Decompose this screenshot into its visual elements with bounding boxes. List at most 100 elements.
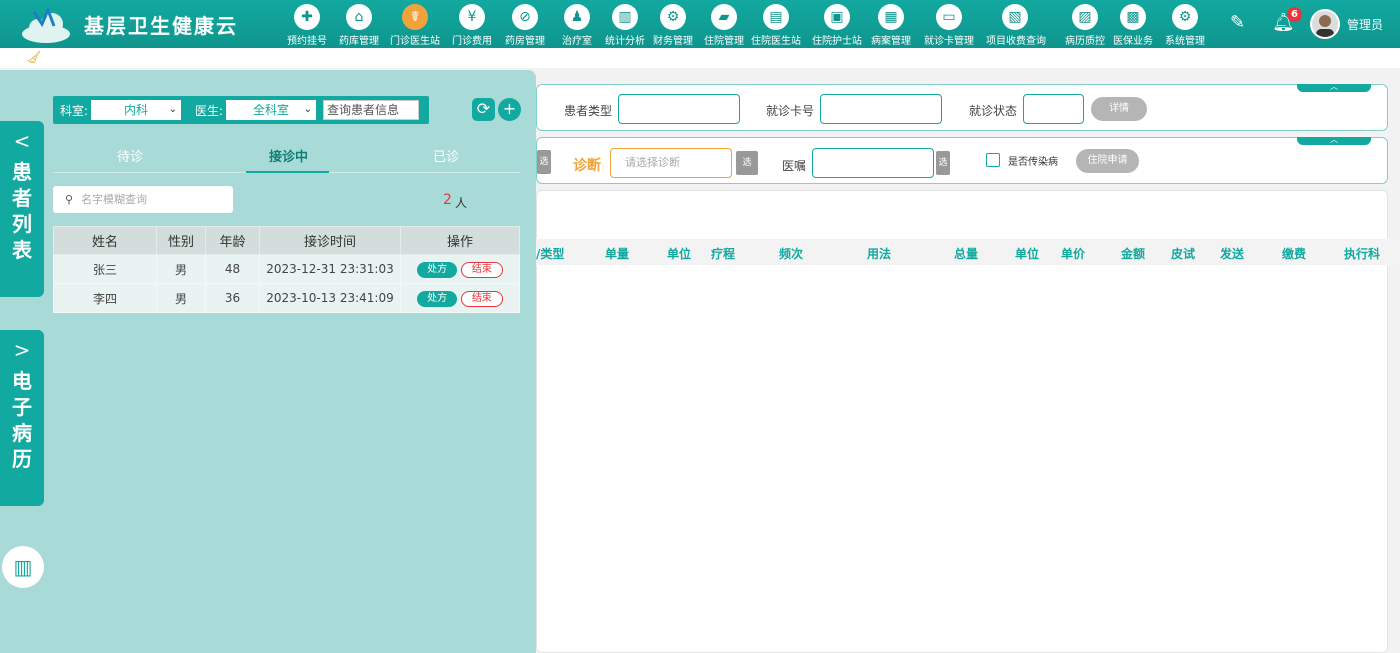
nav-label: 病案管理 (871, 36, 911, 47)
nav-item-4[interactable]: ¥ 门诊费用 (443, 4, 501, 47)
doctor-card-icon: ▤ (763, 4, 789, 30)
patient-list-label: 患者列表 (12, 160, 32, 262)
col-time: 接诊时间 (259, 226, 401, 255)
table-row[interactable]: 李四 男 36 2023-10-13 23:41:09 处方 结束 (53, 283, 520, 313)
avatar[interactable] (1310, 9, 1340, 39)
chevron-right-icon: > (13, 338, 31, 362)
active-tab-indicator (246, 171, 329, 173)
nav-label: 住院管理 (704, 36, 744, 47)
order-col-header: 皮试 (1171, 247, 1196, 261)
nav-item-10[interactable]: ▤ 住院医生站 (747, 4, 805, 47)
nurse-card-icon: ▣ (824, 4, 850, 30)
emr-tab[interactable]: > 电子病历 (0, 330, 44, 506)
fee-doc-icon: ▧ (1002, 4, 1028, 30)
prescription-button[interactable]: 处方 (417, 290, 458, 307)
card-icon: ▭ (936, 4, 962, 30)
nav-item-14[interactable]: ▧ 项目收费查询 (986, 4, 1046, 47)
nav-item-1[interactable]: ✚ 预约挂号 (278, 4, 336, 47)
patient-name: 李四 (53, 283, 157, 313)
settings-icon: ⚙ (1172, 4, 1198, 30)
advice-select-button[interactable]: 选 (936, 151, 950, 175)
name-search-input[interactable]: ⚲ 名字模糊查询 (53, 186, 233, 213)
chart-icon[interactable]: ▥ (2, 546, 44, 588)
chevron-down-icon: ⌄ (303, 104, 312, 115)
col-gender: 性别 (156, 226, 206, 255)
doctor-icon: ☤ (402, 4, 428, 30)
emr-label: 电子病历 (12, 369, 32, 471)
visit-status-field[interactable] (1023, 94, 1084, 124)
dept-select[interactable]: 内科 ⌄ (91, 100, 181, 120)
doctor-select[interactable]: 全科室 ⌄ (226, 100, 316, 120)
top-nav-bar: 基层卫生健康云 ✚ 预约挂号 ⌂ 药库管理 ☤ 门诊医生站 ¥ 门诊费用 ⊘ 药房管理 ♟ 治疗室 ▥ 统… (0, 0, 1400, 48)
dept-label: 科室: (60, 104, 89, 118)
search-icon: ⚲ (65, 193, 74, 206)
order-col-header: 单价 (1061, 247, 1086, 261)
nav-item-3[interactable]: ☤ 门诊医生站 (386, 4, 444, 47)
col-action: 操作 (400, 226, 520, 255)
patient-type-field[interactable] (618, 94, 740, 124)
user-name[interactable]: 管理员 (1347, 16, 1383, 33)
order-col-header: 单位 (667, 247, 692, 261)
chevron-left-icon: < (13, 129, 31, 153)
detail-button[interactable]: 详情 (1091, 97, 1147, 121)
app-title: 基层卫生健康云 (84, 14, 238, 38)
nav-label: 医保业务 (1113, 36, 1153, 47)
diagnosis-input[interactable]: 请选择诊断 (610, 148, 732, 178)
select-button[interactable]: 选 (537, 150, 551, 174)
order-col-header: 缴费 (1282, 247, 1307, 261)
end-visit-button[interactable]: 结束 (460, 261, 503, 278)
table-header-row: 姓名 性别 年龄 接诊时间 操作 (53, 226, 520, 255)
diagnosis-label: 诊断 (573, 158, 601, 174)
nav-item-2[interactable]: ⌂ 药库管理 (330, 4, 388, 47)
sub-toolbar (0, 48, 1400, 68)
order-col-header: 用法 (867, 247, 892, 261)
advice-label: 医嘱 (782, 159, 807, 173)
col-name: 姓名 (53, 226, 157, 255)
patient-query-input[interactable]: 查询患者信息 (323, 100, 419, 120)
chevron-down-icon: ⌄ (168, 104, 177, 115)
patient-table: 姓名 性别 年龄 接诊时间 操作 张三 男 48 2023-12-31 23:3… (53, 226, 520, 313)
nav-item-5[interactable]: ⊘ 药房管理 (496, 4, 554, 47)
patient-count: 2 (443, 192, 452, 208)
user-avatar-icon (1316, 15, 1334, 37)
hospitalize-button[interactable]: 住院申请 (1076, 149, 1139, 173)
patient-gender: 男 (156, 254, 206, 284)
patient-info-card: ︿ 患者类型 就诊卡号 就诊状态 详情 (536, 83, 1388, 131)
collapse-up-icon[interactable]: ︿ (1297, 83, 1371, 92)
nav-item-16[interactable]: ▩ 医保业务 (1104, 4, 1162, 47)
advice-field[interactable] (812, 148, 934, 178)
filter-bar: 科室: 内科 ⌄ 医生: 全科室 ⌄ 查询患者信息 (53, 96, 429, 124)
nav-item-17[interactable]: ⚙ 系统管理 (1156, 4, 1214, 47)
collapse-up-icon[interactable]: ︿ (1297, 136, 1371, 145)
nav-item-11[interactable]: ▣ 住院护士站 (808, 4, 866, 47)
patient-type-label: 患者类型 (564, 104, 613, 118)
prescription-button[interactable]: 处方 (417, 261, 458, 278)
tab-waiting[interactable]: 待诊 (117, 146, 143, 165)
patient-gender: 男 (156, 283, 206, 313)
pencil-icon[interactable]: ✎ (1230, 12, 1245, 33)
broom-icon[interactable]: 🧹︎ (26, 50, 41, 64)
warehouse-icon: ⌂ (346, 4, 372, 30)
nav-item-12[interactable]: ▦ 病案管理 (862, 4, 920, 47)
nurse-icon: ♟ (564, 4, 590, 30)
card-no-label: 就诊卡号 (766, 104, 815, 118)
end-visit-button[interactable]: 结束 (460, 290, 503, 307)
record-icon: ▦ (878, 4, 904, 30)
nav-item-9[interactable]: ▰ 住院管理 (695, 4, 753, 47)
bed-icon: ▰ (711, 4, 737, 30)
nav-label: 门诊医生站 (390, 36, 440, 47)
diagnosis-select-button[interactable]: 选 (736, 151, 758, 175)
nav-label: 预约挂号 (287, 36, 327, 47)
add-icon[interactable]: + (498, 98, 521, 121)
search-placeholder: 名字模糊查询 (81, 193, 148, 206)
tab-done[interactable]: 已诊 (433, 146, 459, 165)
tab-in-progress[interactable]: 接诊中 (269, 146, 308, 165)
card-no-field[interactable] (820, 94, 942, 124)
table-row[interactable]: 张三 男 48 2023-12-31 23:31:03 处方 结束 (53, 254, 520, 284)
visit-time: 2023-12-31 23:31:03 (259, 254, 401, 284)
refresh-icon[interactable]: ⟳ (472, 98, 495, 121)
patient-list-tab[interactable]: < 患者列表 (0, 121, 44, 297)
nav-item-13[interactable]: ▭ 就诊卡管理 (920, 4, 978, 47)
infectious-checkbox[interactable] (986, 153, 1000, 167)
nav-item-8[interactable]: ⚙ 财务管理 (644, 4, 702, 47)
